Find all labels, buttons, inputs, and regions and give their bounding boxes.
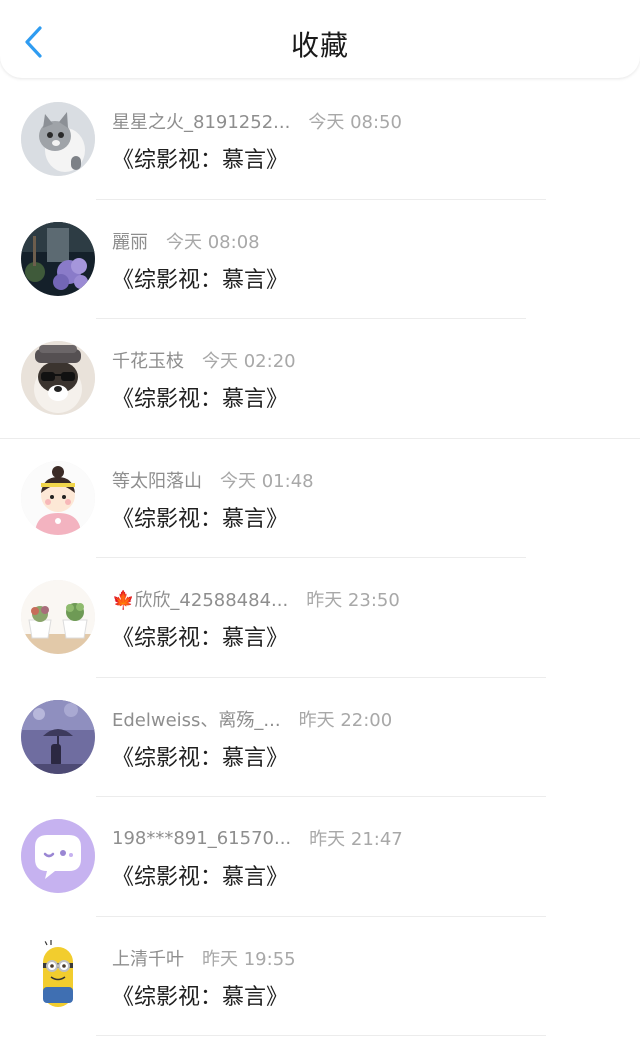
top-bar: 收藏 bbox=[0, 0, 640, 78]
umbrella-figure-avatar bbox=[21, 699, 95, 774]
user-name[interactable]: 千花玉枝 bbox=[112, 347, 184, 373]
timestamp: 昨天 23:50 bbox=[306, 590, 400, 611]
user-name[interactable]: Edelweiss、离殇_... bbox=[112, 706, 281, 732]
timestamp: 今天 01:48 bbox=[220, 470, 314, 492]
timestamp: 今天 08:08 bbox=[166, 231, 260, 253]
list-item[interactable]: 🍁欣欣_42588484... 昨天 23:50 《综影视：慕言》 bbox=[0, 558, 640, 678]
timestamp: 昨天 21:47 bbox=[309, 829, 403, 850]
book-title[interactable]: 《综影视：慕言》 bbox=[112, 381, 288, 413]
chat-bubble-avatar bbox=[21, 819, 95, 893]
book-title[interactable]: 《综影视：慕言》 bbox=[112, 740, 288, 772]
list-item[interactable]: Edelweiss、离殇_... 昨天 22:00 《综影视：慕言》 bbox=[0, 678, 640, 797]
timestamp: 今天 02:20 bbox=[202, 351, 296, 372]
minion-avatar bbox=[21, 938, 95, 1013]
flower-avatar bbox=[21, 221, 95, 296]
avatar[interactable] bbox=[21, 819, 95, 893]
list-item[interactable]: 麗丽 今天 08:08 《综影视：慕言》 bbox=[0, 200, 640, 319]
cat-avatar bbox=[21, 102, 95, 176]
avatar[interactable] bbox=[21, 102, 95, 176]
avatar[interactable] bbox=[21, 580, 95, 654]
user-name[interactable]: 星星之火_8191252... bbox=[112, 108, 290, 134]
list-item[interactable]: 千花玉枝 今天 02:20 《综影视：慕言》 bbox=[0, 319, 640, 439]
timestamp: 昨天 22:00 bbox=[298, 709, 393, 731]
list-item[interactable]: 星星之火_8191252... 今天 08:50 《综影视：慕言》 bbox=[0, 80, 640, 200]
list-item[interactable]: 上清千叶 昨天 19:55 《综影视：慕言》 bbox=[0, 917, 640, 1036]
page-title: 收藏 bbox=[290, 29, 349, 62]
user-name[interactable]: 麗丽 bbox=[112, 228, 148, 254]
avatar[interactable] bbox=[21, 460, 95, 535]
book-title[interactable]: 《综影视：慕言》 bbox=[112, 262, 288, 294]
avatar[interactable] bbox=[21, 221, 95, 296]
avatar[interactable] bbox=[21, 699, 95, 774]
avatar[interactable] bbox=[21, 341, 95, 415]
divider bbox=[96, 1035, 546, 1036]
succulents-avatar bbox=[21, 580, 95, 654]
list-item[interactable]: 等太阳落山 今天 01:48 《综影视：慕言》 bbox=[0, 439, 640, 558]
user-name[interactable]: 上清千叶 bbox=[112, 945, 184, 971]
dog-sunglasses-avatar bbox=[21, 341, 95, 415]
avatar[interactable] bbox=[21, 938, 95, 1013]
list-item[interactable]: 198***891_61570... 昨天 21:47 《综影视：慕言》 bbox=[0, 797, 640, 917]
cartoon-girl-avatar bbox=[21, 460, 95, 535]
timestamp: 今天 08:50 bbox=[308, 112, 402, 133]
book-title[interactable]: 《综影视：慕言》 bbox=[112, 620, 288, 652]
book-title[interactable]: 《综影视：慕言》 bbox=[112, 142, 288, 174]
book-title[interactable]: 《综影视：慕言》 bbox=[112, 859, 288, 891]
favorites-list: 星星之火_8191252... 今天 08:50 《综影视：慕言》 麗丽 今天 08… bbox=[0, 80, 640, 1036]
user-name[interactable]: 198***891_61570... bbox=[112, 828, 291, 849]
user-name[interactable]: 🍁欣欣_42588484... bbox=[112, 586, 288, 612]
book-title[interactable]: 《综影视：慕言》 bbox=[112, 501, 288, 533]
user-name[interactable]: 等太阳落山 bbox=[112, 467, 202, 493]
timestamp: 昨天 19:55 bbox=[202, 948, 296, 970]
book-title[interactable]: 《综影视：慕言》 bbox=[112, 979, 288, 1011]
